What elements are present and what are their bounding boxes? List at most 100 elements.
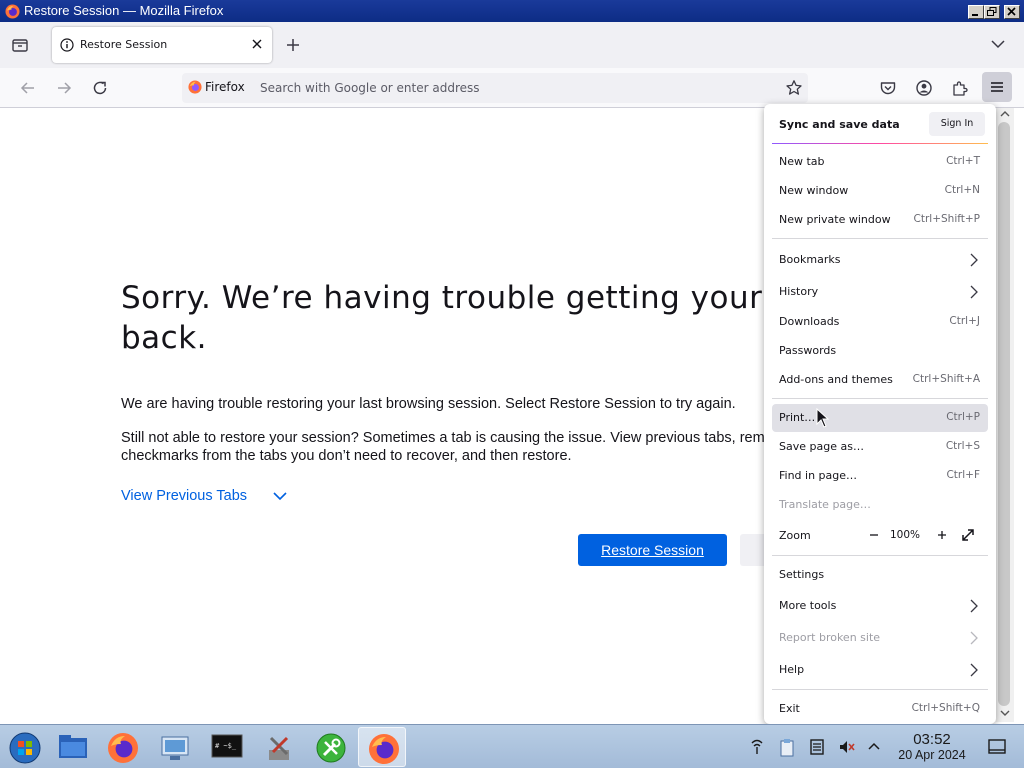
menu-item-label: Add-ons and themes — [779, 373, 893, 386]
taskbar-settings-tool[interactable] — [306, 727, 354, 767]
tab-restore-session[interactable]: Restore Session — [52, 27, 272, 63]
menu-item-label: New tab — [779, 155, 825, 168]
menu-item-new-tab[interactable]: New tab Ctrl+T — [772, 148, 988, 176]
pocket-icon[interactable] — [878, 78, 898, 98]
menu-item-addons[interactable]: Add-ons and themes Ctrl+Shift+A — [772, 366, 988, 394]
scroll-down-arrow-icon[interactable] — [999, 708, 1011, 718]
menu-item-zoom: Zoom 100% — [772, 522, 988, 550]
menu-item-history[interactable]: History — [772, 278, 988, 306]
tools-icon — [269, 736, 289, 760]
menu-item-exit[interactable]: Exit Ctrl+Shift+Q — [772, 695, 988, 723]
zoom-out-minus-icon[interactable] — [867, 528, 881, 542]
menu-item-report-broken-site[interactable]: Report broken site — [772, 624, 988, 652]
menu-separator — [772, 555, 988, 556]
scrollbar-thumb[interactable] — [998, 122, 1010, 706]
menu-item-label: Report broken site — [779, 631, 881, 644]
navigation-toolbar: Firefox — [0, 68, 1024, 108]
zoom-in-plus-icon[interactable] — [935, 528, 949, 542]
menu-item-more-tools[interactable]: More tools — [772, 592, 988, 620]
terminal-icon: # ~$_ — [211, 734, 243, 758]
minimize-button[interactable] — [968, 5, 984, 19]
menu-item-label: Save page as… — [779, 440, 864, 453]
address-input[interactable] — [260, 78, 760, 98]
application-menu-panel: Sync and save data Sign In New tab Ctrl+… — [764, 104, 996, 724]
show-desktop-icon[interactable] — [988, 739, 1006, 755]
firefox-logo-icon — [369, 734, 399, 764]
fullscreen-icon[interactable] — [961, 528, 975, 542]
mouse-cursor-icon — [816, 408, 830, 428]
network-tray-icon[interactable] — [748, 738, 766, 756]
list-all-tabs-chevron-icon[interactable] — [990, 38, 1006, 50]
restore-button[interactable] — [984, 5, 1000, 19]
forward-arrow-icon[interactable] — [54, 78, 74, 98]
zoom-controls: 100% — [772, 522, 988, 550]
identity-box[interactable]: Firefox — [188, 80, 245, 94]
menu-item-print[interactable]: Print… Ctrl+P — [772, 404, 988, 432]
menu-item-shortcut: Ctrl+Shift+A — [912, 373, 980, 385]
clock-date: 20 Apr 2024 — [898, 748, 966, 762]
menu-item-downloads[interactable]: Downloads Ctrl+J — [772, 308, 988, 336]
clipboard-tray-icon[interactable] — [778, 738, 796, 758]
menu-item-find-in-page[interactable]: Find in page… Ctrl+F — [772, 462, 988, 490]
vertical-scrollbar[interactable] — [996, 108, 1014, 722]
bookmark-star-icon[interactable] — [785, 79, 803, 97]
windows-start-orb-icon — [9, 732, 41, 764]
taskbar-system-tools[interactable] — [254, 727, 302, 767]
taskbar-firefox[interactable] — [98, 727, 146, 767]
show-hidden-icons-chevron-icon[interactable] — [866, 738, 882, 754]
scroll-up-arrow-icon[interactable] — [999, 109, 1011, 119]
firefox-view-icon[interactable] — [10, 35, 30, 55]
menu-item-new-window[interactable]: New window Ctrl+N — [772, 177, 988, 205]
taskbar-firefox-active[interactable] — [358, 727, 406, 767]
taskbar-control-panel[interactable] — [150, 727, 198, 767]
restore-session-button[interactable]: Restore Session — [578, 534, 727, 566]
identity-label: Firefox — [205, 80, 245, 94]
minimize-icon — [972, 14, 978, 16]
zoom-level[interactable]: 100% — [890, 529, 920, 541]
taskbar-file-manager[interactable] — [48, 727, 96, 767]
menu-item-label: History — [779, 285, 819, 298]
taskbar-clock[interactable]: 03:52 20 Apr 2024 — [894, 732, 970, 763]
url-bar[interactable]: Firefox — [182, 73, 808, 103]
tab-title: Restore Session — [80, 38, 168, 51]
chevron-down-icon[interactable] — [272, 489, 288, 503]
menu-item-new-private-window[interactable]: New private window Ctrl+Shift+P — [772, 206, 988, 234]
menu-item-label: Translate page… — [779, 498, 871, 511]
menu-item-settings[interactable]: Settings — [772, 561, 988, 589]
storage-tray-icon[interactable] — [808, 738, 826, 756]
window-titlebar[interactable]: Restore Session — Mozilla Firefox — [0, 0, 1024, 22]
menu-item-shortcut: Ctrl+P — [946, 411, 980, 423]
menu-item-label: Print… — [779, 411, 816, 424]
reload-icon[interactable] — [90, 78, 110, 98]
menu-item-save-page[interactable]: Save page as… Ctrl+S — [772, 433, 988, 461]
menu-separator — [772, 238, 988, 239]
menu-item-translate-page[interactable]: Translate page… — [772, 491, 988, 519]
menu-item-bookmarks[interactable]: Bookmarks — [772, 246, 988, 274]
firefox-logo-icon — [5, 4, 20, 19]
info-icon — [60, 38, 74, 52]
extensions-puzzle-icon[interactable] — [950, 78, 970, 98]
start-button[interactable] — [0, 727, 48, 767]
account-icon[interactable] — [914, 78, 934, 98]
sign-in-button[interactable]: Sign In — [929, 112, 985, 136]
close-window-button[interactable] — [1004, 5, 1020, 19]
menu-item-help[interactable]: Help — [772, 656, 988, 684]
taskbar-terminal[interactable]: # ~$_ — [202, 727, 250, 767]
hamburger-menu-icon — [991, 82, 1003, 92]
clock-time: 03:52 — [913, 731, 951, 748]
wrench-gear-icon — [316, 733, 346, 763]
view-previous-tabs-link[interactable]: View Previous Tabs — [121, 488, 247, 504]
menu-item-passwords[interactable]: Passwords — [772, 337, 988, 365]
volume-muted-icon[interactable] — [838, 738, 856, 756]
close-icon — [1007, 7, 1016, 16]
new-tab-plus-icon[interactable] — [284, 36, 302, 54]
control-panel-icon — [161, 736, 189, 760]
menu-item-label: Exit — [779, 702, 800, 715]
menu-separator — [772, 398, 988, 399]
open-application-menu-button[interactable] — [982, 72, 1012, 102]
error-description: We are having trouble restoring your las… — [121, 396, 736, 412]
back-arrow-icon[interactable] — [18, 78, 38, 98]
menu-item-label: Bookmarks — [779, 253, 841, 266]
menu-item-label: Settings — [779, 568, 825, 581]
tab-close-icon[interactable] — [251, 38, 263, 50]
